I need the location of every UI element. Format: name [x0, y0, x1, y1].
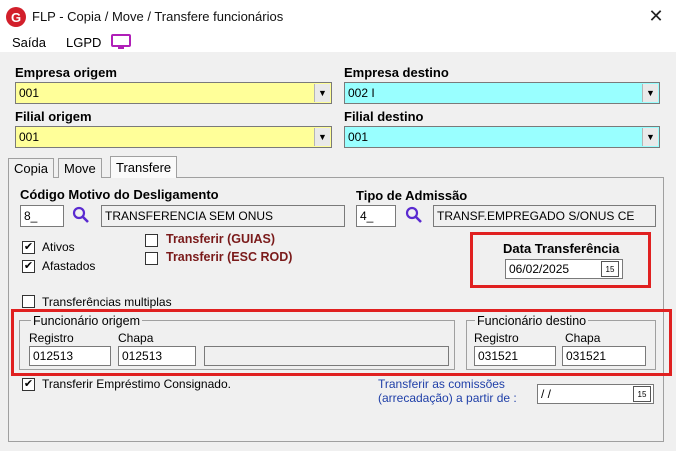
afastados-label: Afastados [42, 259, 96, 273]
consignado-checkbox[interactable]: ✔ [22, 378, 35, 391]
funcionario-origem-title: Funcionário origem [31, 314, 142, 328]
comissoes-date-value: / / [541, 387, 552, 401]
chevron-down-icon[interactable]: ▼ [314, 84, 330, 102]
search-icon[interactable] [405, 206, 423, 224]
ativos-label: Ativos [42, 240, 75, 254]
origem-nome-field [204, 346, 449, 366]
origem-registro-input[interactable]: 012513 [29, 346, 111, 366]
close-button[interactable]: ✕ [645, 5, 667, 27]
motivo-description: TRANSFERENCIA SEM ONUS [101, 205, 345, 227]
filial-destino-value: 001 [348, 130, 369, 144]
empresa-destino-label: Empresa destino [344, 65, 449, 80]
tab-transfere[interactable]: Transfere [110, 156, 178, 178]
empresa-origem-value: 001 [19, 86, 40, 100]
data-transferencia-value: 06/02/2025 [509, 262, 570, 276]
monitor-icon[interactable] [111, 34, 131, 50]
chevron-down-icon[interactable]: ▼ [642, 84, 658, 102]
filial-destino-select[interactable]: 001 ▼ [344, 126, 660, 148]
filial-origem-select[interactable]: 001 ▼ [15, 126, 332, 148]
filial-origem-value: 001 [19, 130, 40, 144]
destino-chapa-input[interactable]: 031521 [562, 346, 646, 366]
filial-destino-label: Filial destino [344, 109, 424, 124]
chevron-down-icon[interactable]: ▼ [642, 128, 658, 146]
chevron-down-icon[interactable]: ▼ [314, 128, 330, 146]
afastados-checkbox[interactable]: ✔ [22, 260, 35, 273]
search-icon[interactable] [72, 206, 90, 224]
filial-origem-label: Filial origem [15, 109, 92, 124]
menu-item-saida[interactable]: Saída [12, 35, 46, 50]
multiplas-checkbox[interactable] [22, 295, 35, 308]
destino-registro-label: Registro [474, 331, 519, 345]
origem-chapa-label: Chapa [118, 331, 154, 345]
origem-registro-label: Registro [29, 331, 74, 345]
destino-chapa-label: Chapa [565, 331, 601, 345]
empresa-destino-value: 002 I [348, 86, 375, 100]
motivo-label: Código Motivo do Desligamento [20, 187, 219, 202]
esc-rod-checkbox[interactable] [145, 252, 158, 265]
window-title: FLP - Copia / Move / Transfere funcionár… [32, 9, 284, 24]
admissao-label: Tipo de Admissão [356, 188, 468, 203]
admissao-description: TRANSF.EMPREGADO S/ONUS CE [433, 205, 656, 227]
guias-label: Transferir (GUIAS) [166, 232, 276, 246]
menu-item-lgpd[interactable]: LGPD [66, 35, 101, 50]
empresa-destino-select[interactable]: 002 I ▼ [344, 82, 660, 104]
multiplas-label: Transferências multiplas [42, 295, 172, 309]
esc-rod-label: Transferir (ESC ROD) [166, 250, 293, 264]
guias-checkbox[interactable] [145, 234, 158, 247]
admissao-code-input[interactable]: 4_ [356, 205, 396, 227]
empresa-origem-label: Empresa origem [15, 65, 117, 80]
ativos-checkbox[interactable]: ✔ [22, 241, 35, 254]
tab-copia[interactable]: Copia [8, 158, 54, 178]
consignado-label: Transferir Empréstimo Consignado. [42, 377, 231, 391]
comissoes-label-line1: Transferir as comissões [378, 377, 505, 391]
calendar-icon[interactable]: 15 [633, 386, 651, 402]
motivo-code-input[interactable]: 8_ [20, 205, 64, 227]
destino-registro-input[interactable]: 031521 [474, 346, 556, 366]
funcionario-destino-title: Funcionário destino [475, 314, 589, 328]
empresa-origem-select[interactable]: 001 ▼ [15, 82, 332, 104]
app-logo-icon: G [6, 7, 26, 27]
tab-move[interactable]: Move [58, 158, 102, 178]
calendar-icon[interactable]: 15 [601, 261, 619, 277]
origem-chapa-input[interactable]: 012513 [118, 346, 196, 366]
comissoes-label-line2: (arrecadação) a partir de : [378, 391, 517, 405]
data-transferencia-label: Data Transferência [503, 241, 620, 256]
